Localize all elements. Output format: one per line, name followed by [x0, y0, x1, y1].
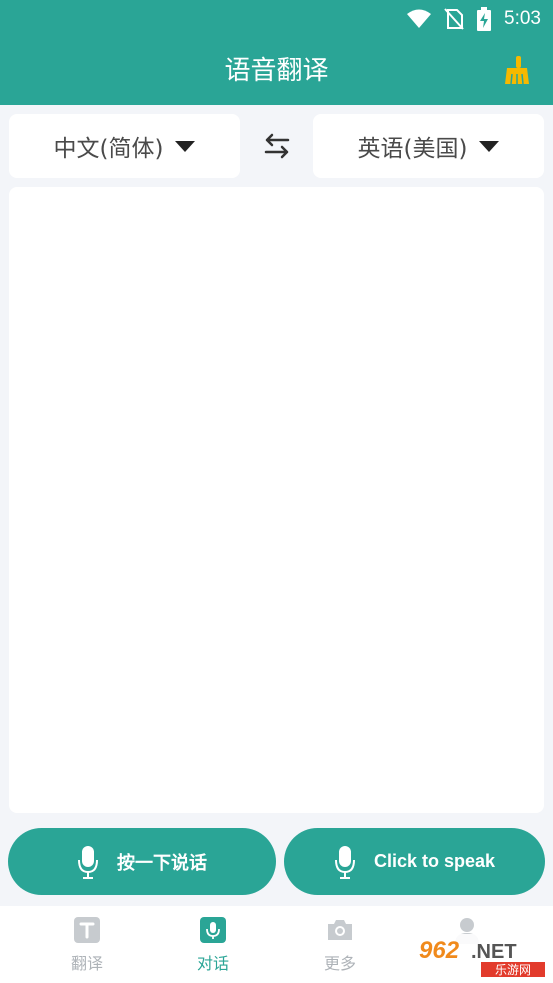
tab-more-label: 更多: [323, 954, 356, 973]
wifi-icon: [407, 9, 432, 28]
source-language-select[interactable]: 中文(简体): [9, 114, 240, 178]
microphone-icon: [334, 845, 355, 879]
svg-text:962: 962: [419, 937, 460, 964]
speak-chinese-button[interactable]: 按一下说话: [8, 828, 276, 895]
status-time: 5:03: [504, 8, 541, 29]
tab-translate[interactable]: 翻译: [18, 906, 156, 983]
text-t-icon: [74, 917, 100, 943]
battery-charging-icon: [477, 7, 492, 31]
conversation-area[interactable]: [9, 187, 544, 813]
microphone-icon: [78, 845, 98, 879]
tab-conversation-label: 对话: [196, 954, 229, 973]
target-language-label: 英语(美国): [357, 136, 468, 162]
speak-english-button[interactable]: Click to speak: [284, 828, 545, 895]
header-bar: 5:03 语音翻译: [0, 0, 553, 105]
caret-down-icon: [175, 140, 196, 152]
speak-english-label: Click to speak: [373, 851, 496, 871]
svg-text:乐游网: 乐游网: [495, 963, 531, 977]
speak-chinese-label: 按一下说话: [117, 852, 207, 873]
broom-clear-icon[interactable]: [501, 54, 531, 86]
svg-text:.NET: .NET: [471, 941, 517, 963]
status-bar: 5:03: [406, 6, 541, 32]
watermark-graphic: 962 .NET 乐游网: [419, 937, 545, 977]
page-title: 语音翻译: [224, 56, 329, 86]
swap-languages-icon[interactable]: [262, 132, 292, 160]
tab-translate-label: 翻译: [70, 954, 103, 973]
tab-conversation[interactable]: 对话: [144, 906, 282, 983]
camera-icon: [328, 920, 352, 940]
tab-more[interactable]: 更多: [271, 906, 409, 983]
watermark-logo: 962 .NET 乐游网: [415, 934, 548, 978]
microphone-icon: [200, 917, 226, 943]
caret-down-icon: [479, 140, 500, 152]
source-language-label: 中文(简体): [53, 136, 164, 162]
target-language-select[interactable]: 英语(美国): [313, 114, 544, 178]
no-sim-icon: [444, 8, 464, 30]
